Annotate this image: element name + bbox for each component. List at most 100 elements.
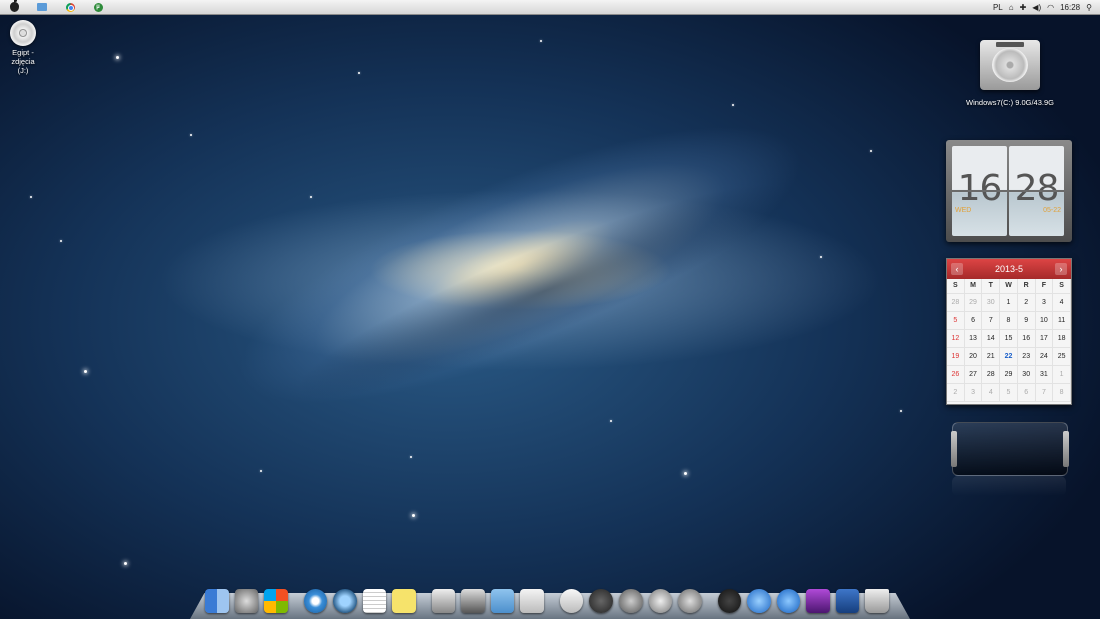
input-language[interactable]: PL: [993, 3, 1003, 12]
calendar-weekday: R: [1017, 279, 1036, 294]
system-preferences-icon[interactable]: [234, 589, 259, 613]
wifi-icon[interactable]: ◠: [1047, 3, 1054, 12]
calendar-weekday: S: [947, 279, 965, 294]
galaxy-wallpaper: [106, 8, 934, 522]
calendar-day[interactable]: 4: [1053, 294, 1071, 312]
folder-icon[interactable]: [490, 589, 515, 613]
calendar-day[interactable]: 28: [982, 366, 1001, 384]
calendar-day[interactable]: 30: [1017, 366, 1036, 384]
calendar-day[interactable]: 7: [982, 312, 1001, 330]
apple-icon: [9, 0, 19, 12]
calendar-day[interactable]: 19: [947, 348, 965, 366]
dashboard-icon[interactable]: [717, 589, 742, 613]
calendar-day[interactable]: 24: [1035, 348, 1054, 366]
calendar-day[interactable]: 5: [947, 312, 965, 330]
chrome-menu-item[interactable]: [56, 0, 84, 14]
calendar-day[interactable]: 8: [1000, 312, 1018, 330]
galaxy-dust-lane: [165, 82, 915, 478]
trash-icon[interactable]: [865, 589, 890, 613]
utorrent-icon: µ: [93, 2, 103, 12]
desktop-hard-drive[interactable]: Windows7(C:) 9.0G/43.9G: [960, 36, 1060, 107]
clock-hours: 16: [957, 168, 1003, 209]
itunes-icon[interactable]: [747, 589, 771, 613]
star: [190, 134, 192, 136]
desktop-dvd-drive[interactable]: Egipt - zdjęcia (J:): [0, 20, 46, 75]
calendar-day[interactable]: 3: [964, 384, 983, 402]
calendar-day[interactable]: 5: [1000, 384, 1018, 402]
calendar-day[interactable]: 28: [947, 294, 965, 312]
calendar-day[interactable]: 9: [1017, 312, 1036, 330]
calendar-day[interactable]: 31: [1035, 366, 1054, 384]
calendar-day[interactable]: 8: [1053, 384, 1071, 402]
calendar-day[interactable]: 18: [1053, 330, 1071, 348]
calendar-day[interactable]: 14: [982, 330, 1001, 348]
icloud-icon[interactable]: [559, 589, 584, 613]
calendar-weekday: W: [1000, 279, 1018, 294]
spotlight-icon[interactable]: ⚲: [1086, 3, 1092, 12]
star: [124, 562, 127, 565]
finder-icon[interactable]: [205, 589, 229, 613]
calendar-day[interactable]: 22: [1000, 348, 1018, 366]
calendar-day[interactable]: 25: [1053, 348, 1071, 366]
calendar-widget: ‹ 2013-5 › S M T W R F S 28 29 30 1 2 3 4 5 6 7 8 9 10 11 12 1…: [946, 258, 1072, 405]
calendar-day[interactable]: 16: [1017, 330, 1036, 348]
calendar-day[interactable]: 21: [982, 348, 1001, 366]
twitter-icon[interactable]: [619, 589, 643, 613]
windows-apps-icon[interactable]: [264, 589, 288, 613]
menubar-clock[interactable]: 16:28: [1060, 3, 1080, 12]
calendar-day[interactable]: 29: [1000, 366, 1018, 384]
hdd-label: Windows7(C:) 9.0G/43.9G: [966, 98, 1054, 107]
calendar-day[interactable]: 6: [964, 312, 983, 330]
calendar-day[interactable]: 1: [1053, 366, 1071, 384]
star: [820, 256, 822, 258]
calendar-day[interactable]: 13: [964, 330, 983, 348]
share-icon[interactable]: [520, 589, 545, 613]
calendar-day[interactable]: 6: [1017, 384, 1036, 402]
calendar-day[interactable]: 20: [964, 348, 983, 366]
calendar-day[interactable]: 30: [982, 294, 1001, 312]
bluetooth-icon[interactable]: ✚: [1020, 3, 1027, 12]
calendar-day[interactable]: 2: [1017, 294, 1036, 312]
calendar-next-button[interactable]: ›: [1055, 263, 1067, 275]
finder-menu-item[interactable]: [28, 0, 56, 14]
calendar-title: 2013-5: [994, 264, 1024, 274]
calendar-day[interactable]: 23: [1017, 348, 1036, 366]
calendar-day[interactable]: 3: [1035, 294, 1054, 312]
app-store-icon[interactable]: [431, 589, 456, 613]
display-icon[interactable]: [835, 589, 860, 613]
calendar-prev-button[interactable]: ‹: [951, 263, 963, 275]
disk-utility-icon[interactable]: [461, 589, 485, 613]
dvd-icon: [10, 20, 36, 46]
stickies-icon[interactable]: [392, 589, 416, 613]
calendar-day[interactable]: 17: [1035, 330, 1054, 348]
apple-menu[interactable]: [0, 0, 28, 14]
calendar-day[interactable]: 10: [1035, 312, 1054, 330]
calendar-day[interactable]: 27: [964, 366, 983, 384]
rocket-icon[interactable]: [678, 589, 702, 613]
spotlight-search-icon[interactable]: [333, 589, 357, 613]
nasa-wallpaper-icon[interactable]: [806, 589, 830, 613]
flip-clock-widget[interactable]: 16 WED 28 05-22: [946, 140, 1072, 242]
textedit-icon[interactable]: [362, 589, 387, 613]
utorrent-menu-item[interactable]: µ: [84, 0, 112, 14]
calendar-day[interactable]: 29: [964, 294, 983, 312]
calendar-day[interactable]: 12: [947, 330, 965, 348]
calendar-day[interactable]: 1: [1000, 294, 1018, 312]
calendar-day[interactable]: 11: [1053, 312, 1071, 330]
network-icon[interactable]: ⌂: [1009, 3, 1014, 12]
calendar-day[interactable]: 2: [947, 384, 965, 402]
safari-icon[interactable]: [303, 589, 328, 613]
power-icon[interactable]: [589, 589, 613, 613]
volume-icon[interactable]: ◀): [1032, 3, 1041, 12]
star: [412, 514, 415, 517]
calendar-weekday: T: [982, 279, 1001, 294]
photo-booth-icon[interactable]: [648, 589, 673, 613]
menu-bar: µ PL ⌂ ✚ ◀) ◠ 16:28 ⚲: [0, 0, 1100, 15]
calendar-day[interactable]: 15: [1000, 330, 1018, 348]
star: [870, 150, 872, 152]
calendar-day[interactable]: 7: [1035, 384, 1054, 402]
calendar-day[interactable]: 26: [947, 366, 965, 384]
star: [410, 456, 412, 458]
calendar-day[interactable]: 4: [982, 384, 1001, 402]
appstore-icon[interactable]: [776, 589, 801, 613]
